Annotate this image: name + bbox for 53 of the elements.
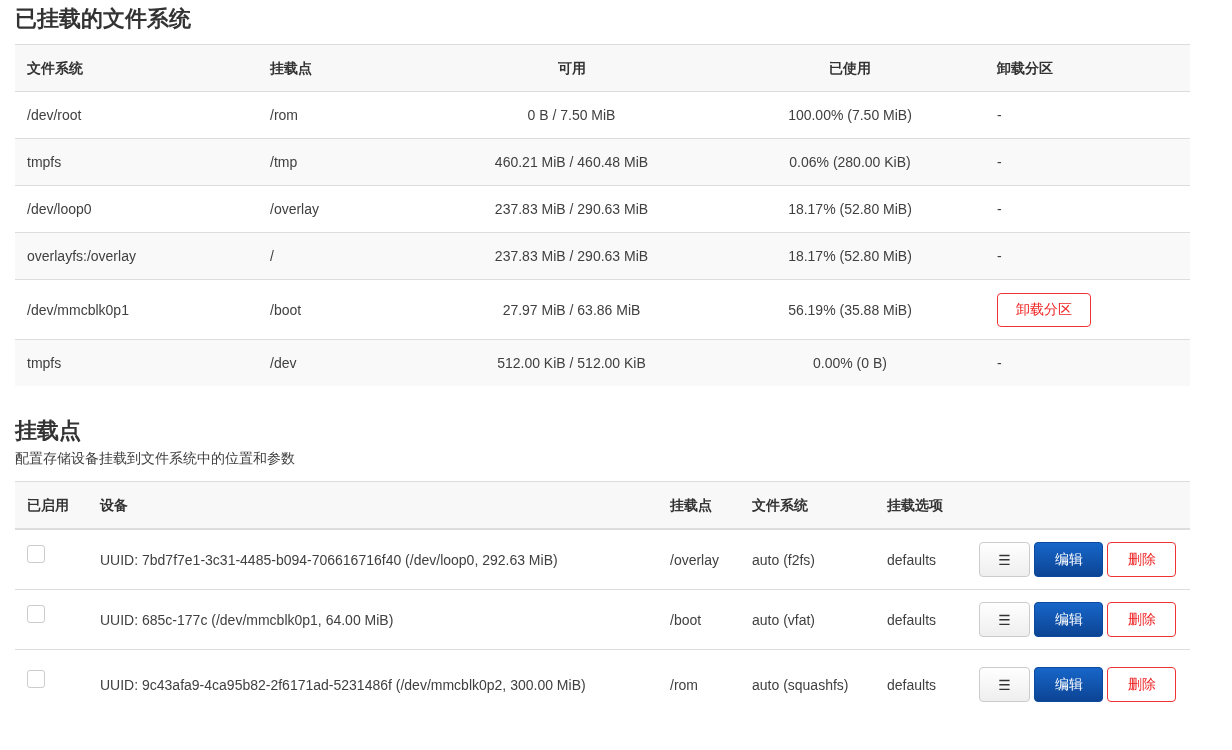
table-cell: 512.00 KiB / 512.00 KiB <box>428 339 715 386</box>
table-cell: defaults <box>875 589 967 650</box>
column-header: 可用 <box>428 44 715 92</box>
column-header: 已使用 <box>715 44 985 92</box>
delete-button[interactable]: 删除 <box>1107 542 1176 577</box>
table-cell: 0.00% (0 B) <box>715 339 985 386</box>
table-cell: /overlay <box>658 529 740 590</box>
table-cell: /tmp <box>258 138 428 186</box>
table-cell: tmpfs <box>15 339 258 386</box>
table-cell: overlayfs:/overlay <box>15 232 258 280</box>
table-cell: 237.83 MiB / 290.63 MiB <box>428 232 715 280</box>
section-title: 已挂载的文件系统 <box>15 5 192 33</box>
table-cell: defaults <box>875 529 967 590</box>
table-cell: - <box>985 339 1190 386</box>
table-cell: UUID: 685c-177c (/dev/mmcblk0p1, 64.00 MiB) <box>88 589 658 650</box>
section-description: 配置存储设备挂载到文件系统中的位置和参数 <box>15 450 296 468</box>
column-header: 挂载点 <box>258 44 428 92</box>
edit-button[interactable]: 编辑 <box>1034 667 1104 702</box>
column-header: 挂载选项 <box>875 481 967 529</box>
column-header: 设备 <box>88 481 658 529</box>
table-cell: / <box>258 232 428 280</box>
reorder-button[interactable]: ☰ <box>979 602 1031 637</box>
table-cell: /dev <box>258 339 428 386</box>
table-cell: tmpfs <box>15 138 258 186</box>
table-cell: 460.21 MiB / 460.48 MiB <box>428 138 715 186</box>
edit-button[interactable]: 编辑 <box>1034 602 1104 637</box>
table-cell: 18.17% (52.80 MiB) <box>715 232 985 280</box>
column-header: 文件系统 <box>15 44 258 92</box>
table-cell: /rom <box>658 649 740 719</box>
checkbox[interactable] <box>27 544 45 563</box>
table-cell: - <box>985 232 1190 280</box>
edit-button[interactable]: 编辑 <box>1034 542 1104 577</box>
delete-button[interactable]: 删除 <box>1107 667 1176 702</box>
reorder-button[interactable]: ☰ <box>979 667 1031 702</box>
section-title: 挂载点 <box>15 417 82 445</box>
delete-button[interactable]: 删除 <box>1107 602 1176 637</box>
unmount-button[interactable]: 卸载分区 <box>997 292 1091 327</box>
checkbox[interactable] <box>27 604 45 623</box>
checkbox[interactable] <box>27 669 45 688</box>
column-header: 已启用 <box>15 481 88 529</box>
column-header: 卸载分区 <box>985 44 1190 92</box>
table-cell: 0.06% (280.00 KiB) <box>715 138 985 186</box>
table-cell: auto (squashfs) <box>740 649 875 719</box>
table-cell: auto (f2fs) <box>740 529 875 590</box>
table-cell: - <box>985 138 1190 186</box>
column-header: 挂载点 <box>658 481 740 529</box>
reorder-button[interactable]: ☰ <box>979 542 1031 577</box>
table-cell: UUID: 7bd7f7e1-3c31-4485-b094-706616716f40 (/dev/loop0, 292.63 MiB) <box>88 529 658 590</box>
column-header: 文件系统 <box>740 481 875 529</box>
table-cell: auto (vfat) <box>740 589 875 650</box>
table-cell: UUID: 9c43afa9-4ca95b82-2f6171ad-5231486f (/dev/mmcblk0p2, 300.00 MiB) <box>88 649 658 719</box>
table-cell: /boot <box>658 589 740 650</box>
table-cell: defaults <box>875 649 967 719</box>
